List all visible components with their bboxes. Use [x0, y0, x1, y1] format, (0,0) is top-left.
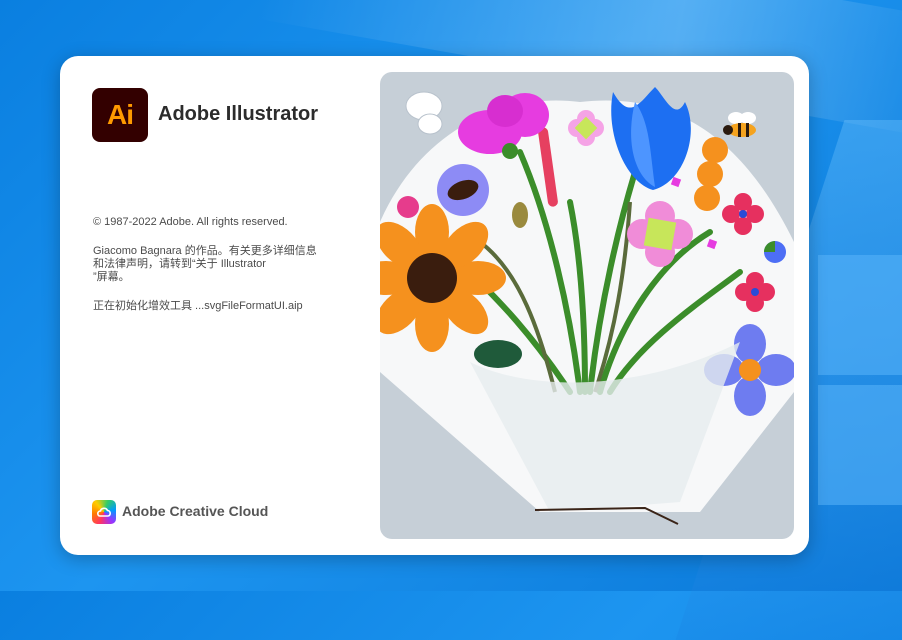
- windows-logo-pane: [818, 255, 902, 375]
- illustrator-logo-icon: Ai: [92, 88, 148, 142]
- flower-bouquet-illustration: [380, 72, 794, 539]
- app-title: Adobe Illustrator: [158, 103, 319, 125]
- windows-logo-pane: [818, 385, 902, 505]
- splash-screen: Ai Adobe Illustrator © 1987-2022 Adobe. …: [60, 56, 809, 555]
- loading-status: 正在初始化增效工具 ...svgFileFormatUI.aip: [93, 300, 303, 312]
- creative-cloud-label: Adobe Creative Cloud: [122, 503, 269, 519]
- copyright-text: © 1987-2022 Adobe. All rights reserved.: [93, 216, 288, 228]
- app-logo-text: Ai: [107, 99, 134, 130]
- creative-cloud-icon: [92, 500, 116, 524]
- legal-notice: Giacomo Bagnara 的作品。有关更多详细信息 和法律声明，请转到“关…: [93, 245, 317, 283]
